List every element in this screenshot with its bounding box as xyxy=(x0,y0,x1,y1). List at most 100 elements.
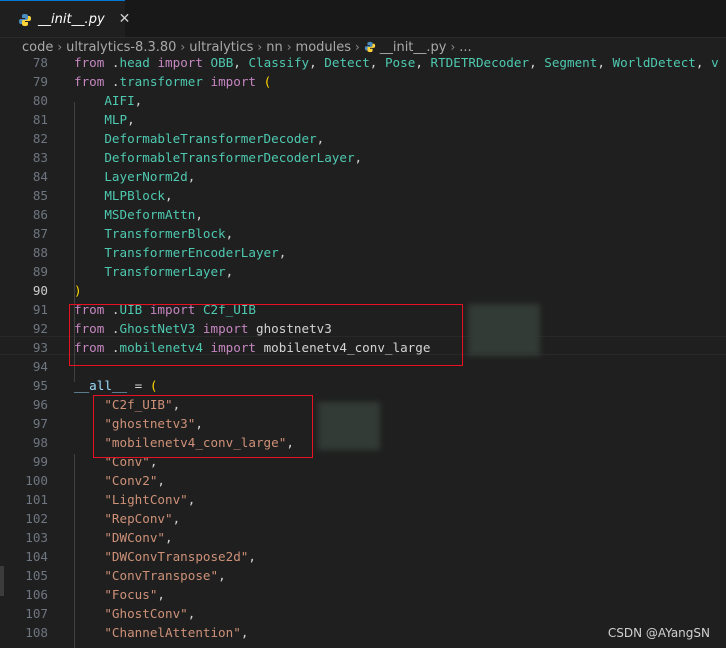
breadcrumb-item-code[interactable]: code xyxy=(22,40,53,55)
chevron-right-icon: › xyxy=(355,40,360,54)
code-line[interactable]: 85 MLPBlock, xyxy=(0,186,726,205)
blurred-region xyxy=(318,402,380,450)
code-line[interactable]: 104 "DWConvTranspose2d", xyxy=(0,547,726,566)
code-text: DeformableTransformerDecoder, xyxy=(74,129,324,148)
code-token: "Conv2" xyxy=(74,473,158,488)
code-token: . xyxy=(111,74,120,89)
breadcrumb-item-ultralytics[interactable]: ultralytics xyxy=(189,40,253,55)
code-line[interactable]: 107 "GhostConv", xyxy=(0,604,726,623)
line-number: 104 xyxy=(25,549,48,564)
code-line[interactable]: 100 "Conv2", xyxy=(0,471,726,490)
python-file-icon xyxy=(364,41,376,53)
line-number: 79 xyxy=(32,74,48,89)
code-line[interactable]: 79 from .transformer import ( xyxy=(0,72,726,91)
code-token: , xyxy=(225,264,234,279)
code-text: ) xyxy=(74,281,82,300)
code-token: , xyxy=(157,587,165,602)
code-token: "Focus" xyxy=(74,587,158,602)
code-token: . xyxy=(111,302,120,317)
code-line[interactable]: 106 "Focus", xyxy=(0,585,726,604)
code-token: DeformableTransformerDecoderLayer xyxy=(74,150,355,165)
code-line[interactable]: 87 TransformerBlock, xyxy=(0,224,726,243)
code-text: DeformableTransformerDecoderLayer, xyxy=(74,148,362,167)
python-file-icon xyxy=(18,12,32,26)
code-line[interactable]: 89 TransformerLayer, xyxy=(0,262,726,281)
code-token: "LightConv" xyxy=(74,492,188,507)
code-token: , xyxy=(195,207,203,222)
line-number: 101 xyxy=(25,492,48,507)
code-line[interactable]: 80 AIFI, xyxy=(0,91,726,110)
code-token: . xyxy=(111,55,120,70)
code-text: MLPBlock, xyxy=(74,186,172,205)
code-token: TransformerLayer xyxy=(74,264,226,279)
code-line[interactable]: 105 "ConvTranspose", xyxy=(0,566,726,585)
line-number: 107 xyxy=(25,606,48,621)
code-line[interactable]: 90) xyxy=(0,281,726,300)
code-token: mobilenetv4 xyxy=(119,340,203,355)
code-token: "ghostnetv3" xyxy=(74,416,196,431)
tab-init-py[interactable]: __init__.py ✕ xyxy=(0,0,130,37)
code-token: , xyxy=(134,93,143,108)
line-number: 105 xyxy=(25,568,48,583)
editor-tab-bar: __init__.py ✕ xyxy=(0,0,726,38)
line-number: 99 xyxy=(32,454,48,469)
code-line[interactable]: 86 MSDeformAttn, xyxy=(0,205,726,224)
line-number: 87 xyxy=(32,226,48,241)
code-line[interactable]: 82 DeformableTransformerDecoder, xyxy=(0,129,726,148)
code-line[interactable]: 93 from .mobilenetv4 import mobilenetv4_c… xyxy=(0,338,726,357)
code-token: , xyxy=(225,226,234,241)
code-line[interactable]: 94 xyxy=(0,357,726,376)
line-number: 97 xyxy=(32,416,48,431)
code-line[interactable]: 78 from .head import OBB, Classify, Detec… xyxy=(0,54,726,72)
code-text: "ghostnetv3", xyxy=(74,414,203,433)
code-token: . xyxy=(111,321,120,336)
line-number: 95 xyxy=(32,378,48,393)
scroll-marker xyxy=(0,566,4,596)
code-line[interactable]: 99 "Conv", xyxy=(0,452,726,471)
code-token: DeformableTransformerDecoder xyxy=(74,131,317,146)
code-line[interactable]: 101 "LightConv", xyxy=(0,490,726,509)
code-token: , xyxy=(149,454,158,469)
code-line[interactable]: 83 DeformableTransformerDecoderLayer, xyxy=(0,148,726,167)
code-token: head xyxy=(119,55,150,70)
code-text: "mobilenetv4_conv_large", xyxy=(74,433,294,452)
code-token: UIB xyxy=(119,302,143,317)
code-token: , xyxy=(286,435,294,450)
code-token: import xyxy=(142,302,203,317)
code-line[interactable]: 95 __all__ = ( xyxy=(0,376,726,395)
code-line[interactable]: 81 MLP, xyxy=(0,110,726,129)
code-token: , xyxy=(369,55,385,70)
code-token: , xyxy=(354,150,363,165)
code-line[interactable]: 91 from .UIB import C2f_UIB xyxy=(0,300,726,319)
watermark: CSDN @AYangSN xyxy=(607,626,710,640)
code-token: ( xyxy=(149,378,158,393)
code-line[interactable]: 88 TransformerEncoderLayer, xyxy=(0,243,726,262)
code-editor[interactable]: 78 from .head import OBB, Classify, Detec… xyxy=(0,54,726,648)
breadcrumb-item-file[interactable]: __init__.py xyxy=(380,40,447,55)
code-token: , xyxy=(195,416,203,431)
code-token: "DWConv" xyxy=(74,530,165,545)
code-token: import xyxy=(202,74,264,89)
code-token: import xyxy=(202,340,264,355)
code-line[interactable]: 102 "RepConv", xyxy=(0,509,726,528)
code-token: , xyxy=(172,397,181,412)
code-token: , xyxy=(529,55,545,70)
code-token: TransformerBlock xyxy=(74,226,226,241)
breadcrumb-item-ultralytics-version[interactable]: ultralytics-8.3.80 xyxy=(66,40,176,55)
code-token: __all__ xyxy=(74,378,128,393)
code-line[interactable]: 92 from .GhostNetV3 import ghostnetv3 xyxy=(0,319,726,338)
code-token: "RepConv" xyxy=(74,511,173,526)
line-number: 88 xyxy=(32,245,48,260)
breadcrumb-item-symbols[interactable]: ... xyxy=(459,40,471,55)
code-line[interactable]: 103 "DWConv", xyxy=(0,528,726,547)
code-token: "mobilenetv4_conv_large" xyxy=(74,435,287,450)
code-token: Detect xyxy=(324,55,370,70)
breadcrumb-item-modules[interactable]: modules xyxy=(296,40,352,55)
code-token: ) xyxy=(74,283,82,298)
line-number: 85 xyxy=(32,188,48,203)
code-token: , xyxy=(240,625,249,640)
code-token: "Conv" xyxy=(74,454,150,469)
code-line[interactable]: 84 LayerNorm2d, xyxy=(0,167,726,186)
breadcrumb-item-nn[interactable]: nn xyxy=(266,40,282,55)
close-icon[interactable]: ✕ xyxy=(119,11,131,27)
